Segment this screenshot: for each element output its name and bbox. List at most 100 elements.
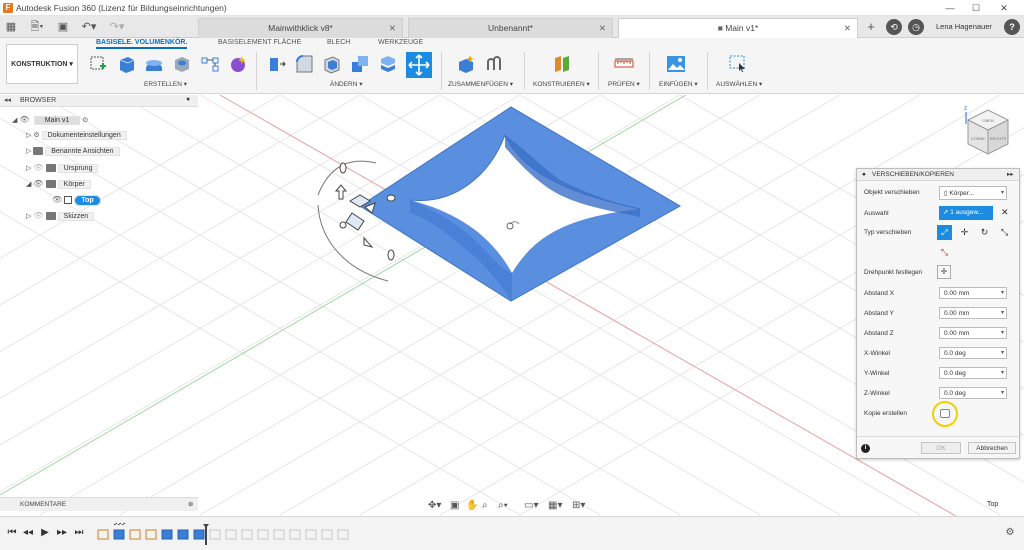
grid-menu-icon[interactable]: ▦ [4,19,18,35]
tab-basis-volumen[interactable]: BASISELE. VOLUMENKÖR. [96,39,188,49]
shell-icon[interactable] [322,54,342,74]
ok-button[interactable]: OK [921,442,961,454]
go-to-start-icon[interactable]: ⏮ [6,527,18,539]
free-move-icon[interactable]: ⤢ [937,225,952,240]
close-tab-icon[interactable]: ✕ [844,19,851,38]
expand-icon[interactable]: ▷ [26,148,33,155]
step-forward-icon[interactable]: ▸▸ [56,527,68,539]
expand-dialog-icon[interactable]: ▸▸ [1007,169,1014,181]
step-back-icon[interactable]: ◂◂ [22,527,34,539]
display-settings-icon[interactable]: ▭▾ [524,500,538,511]
browser-options-icon[interactable]: ● [186,96,190,103]
dialog-header[interactable]: ● VERSCHIEBEN/KOPIEREN ▸▸ [857,169,1019,181]
distance-z-input[interactable]: 0.00 mm ▾ [939,327,1007,339]
z-angle-input[interactable]: 0.0 deg ▾ [939,387,1007,399]
group-aendern[interactable]: ÄNDERN ▾ [330,80,363,88]
combine-icon[interactable] [350,54,370,74]
new-tab-icon[interactable]: + [864,19,878,35]
visibility-icon[interactable]: 👁 [33,179,45,188]
group-erstellen[interactable]: ERSTELLEN ▾ [144,80,187,88]
minimize-button[interactable]: — [944,2,956,14]
file-menu-icon[interactable]: 🗎▾ [26,19,48,35]
info-icon[interactable]: i [861,444,870,453]
close-button[interactable]: ✕ [998,2,1010,14]
browser-item-benannte-ansichten[interactable]: ▷ Benannte Ansichten [26,145,120,158]
tab-basis-flaeche[interactable]: BASISELEMENT FLÄCHE [218,39,301,46]
cancel-button[interactable]: Abbrechen [968,442,1016,454]
browser-item-top[interactable]: 👁 Top [52,193,101,206]
zoom-window-icon[interactable]: ⌕▾ [498,500,508,511]
job-status-icon[interactable]: ⟲ [886,19,902,35]
copy-checkbox[interactable] [940,409,950,418]
revolve-icon[interactable] [144,54,164,74]
distance-x-input[interactable]: 0.00 mm ▾ [939,287,1007,299]
offset-plane-icon[interactable] [552,54,572,74]
pattern-icon[interactable] [200,54,220,74]
visibility-icon[interactable]: 👁 [33,163,45,172]
measure-icon[interactable] [614,54,634,74]
extrude-icon[interactable] [116,54,136,74]
close-tab-icon[interactable]: ✕ [599,19,606,38]
tab-unbenannt[interactable]: Unbenannt* ✕ [408,18,613,38]
collapse-browser-icon[interactable]: ◂◂ [4,96,11,104]
clear-selection-icon[interactable]: ✕ [1001,207,1009,218]
new-component-icon[interactable] [456,54,476,74]
undo-icon[interactable]: ↶▾ [78,19,100,35]
save-icon[interactable]: ▣ [56,19,70,35]
maximize-button[interactable]: ☐ [970,2,982,14]
browser-header[interactable]: ◂◂ BROWSER ● [0,95,198,107]
object-select[interactable]: ▯ Körper... ▾ [939,186,1007,200]
active-radio-icon[interactable]: ⊙ [82,117,88,124]
visibility-icon[interactable]: 👁 [19,115,31,124]
go-to-end-icon[interactable]: ⏭ [73,527,85,539]
pivot-icon[interactable]: ✛ [937,265,951,279]
press-pull-icon[interactable] [266,54,286,74]
pan-icon[interactable]: ✋ [466,500,478,511]
group-einfuegen[interactable]: EINFÜGEN ▾ [659,80,698,88]
point-to-point-icon[interactable]: ⤡ [997,225,1012,240]
browser-item-skizzen[interactable]: ▷ 👁 Skizzen [26,209,95,222]
viewports-icon[interactable]: ⊞▾ [572,500,585,511]
add-comment-icon[interactable]: ⊕ [188,498,193,512]
orbit-icon[interactable]: ✥▾ [428,500,441,511]
fillet-icon[interactable] [294,54,314,74]
close-tab-icon[interactable]: ✕ [389,19,396,38]
browser-item-dokumenteinstellungen[interactable]: ▷ ⚙ Dokumenteinstellungen [26,129,127,142]
visibility-icon[interactable]: 👁 [52,195,64,204]
x-angle-input[interactable]: 0.0 deg ▾ [939,347,1007,359]
timeline-settings-icon[interactable]: ⚙ [1004,527,1016,539]
tab-blech[interactable]: BLECH [327,39,350,46]
y-angle-input[interactable]: 0.0 deg ▾ [939,367,1007,379]
tab-main-v1[interactable]: ■ Main v1* ✕ [618,18,858,38]
tab-werkzeuge[interactable]: WERKZEUGE [378,39,423,46]
notifications-icon[interactable]: ◷ [908,19,924,35]
group-auswaehlen[interactable]: AUSWÄHLEN ▾ [716,80,762,88]
rotate-icon[interactable]: ↻ [977,225,992,240]
help-icon[interactable]: ? [1004,19,1020,35]
translate-icon[interactable]: ✛ [957,225,972,240]
hole-icon[interactable] [172,54,192,74]
distance-y-input[interactable]: 0.00 mm ▾ [939,307,1007,319]
form-icon[interactable] [228,54,248,74]
viewcube[interactable]: OBEN VORNE RECHTS Z [962,104,1012,160]
point-to-position-icon[interactable]: ⤡ [937,245,952,260]
group-konstruieren[interactable]: KONSTRUIEREN ▾ [533,80,590,88]
look-at-icon[interactable]: ▣ [450,500,459,511]
workspace-switcher[interactable]: KONSTRUKTION ▾ [6,44,78,84]
split-body-icon[interactable] [378,54,398,74]
comments-panel[interactable]: KOMMENTARE ⊕ [0,497,198,511]
timeline-features[interactable] [96,521,366,547]
browser-item-ursprung[interactable]: ▷ 👁 Ursprung [26,161,99,174]
group-zusammenfuegen[interactable]: ZUSAMMENFÜGEN ▾ [448,80,513,88]
create-sketch-icon[interactable] [88,54,108,74]
zoom-icon[interactable]: ⌕ [482,500,488,511]
grid-settings-icon[interactable]: ▦▾ [548,500,562,511]
group-pruefen[interactable]: PRÜFEN ▾ [608,80,640,88]
joint-icon[interactable] [484,54,504,74]
play-icon[interactable]: ▶ [39,527,51,539]
move-copy-icon[interactable] [406,52,432,78]
tab-mainwithklick[interactable]: Mainwithklick v8* ✕ [198,18,403,38]
browser-item-koerper[interactable]: ◢ 👁 Körper [26,177,91,190]
browser-root[interactable]: ◢ 👁 Main v1 ⊙ [12,113,88,126]
insert-image-icon[interactable] [666,54,686,74]
